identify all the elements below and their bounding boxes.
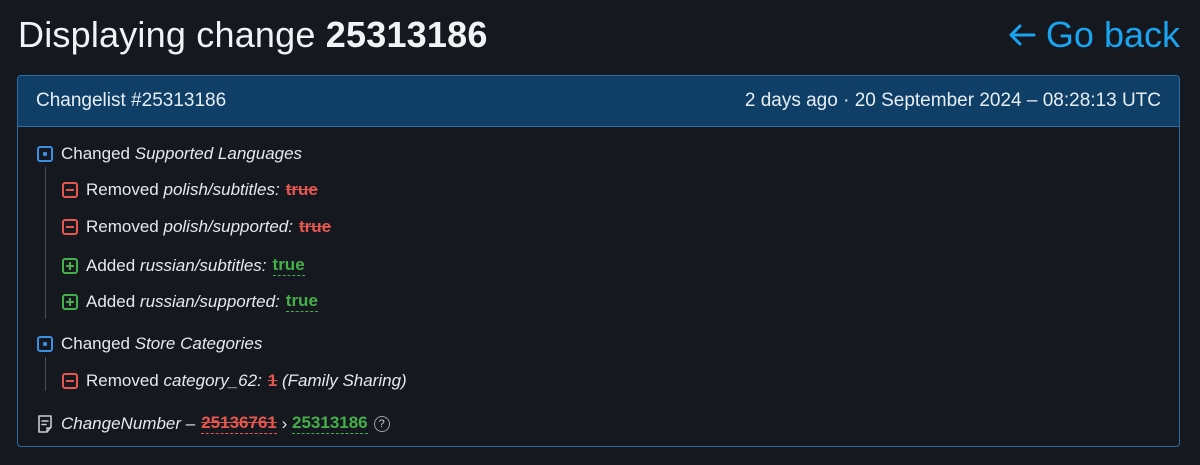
item-key: category_62: bbox=[163, 371, 262, 390]
item-key: polish/subtitles: bbox=[163, 180, 280, 199]
item-key: polish/supported: bbox=[163, 217, 293, 236]
arrow-left-icon bbox=[1009, 24, 1036, 46]
title-prefix: Displaying change bbox=[18, 14, 316, 55]
item-old-value: true bbox=[298, 217, 332, 236]
change-group-supported-languages: Changed Supported Languages bbox=[37, 144, 302, 164]
removed-icon bbox=[62, 219, 78, 235]
changelist-panel: Changelist #25313186 2 days ago · 20 Sep… bbox=[17, 75, 1180, 447]
old-change-number[interactable]: 25136761 bbox=[201, 413, 277, 434]
item-key: russian/supported: bbox=[139, 291, 280, 311]
change-section-name: Supported Languages bbox=[134, 144, 303, 163]
changelist-label: Changelist #25313186 bbox=[36, 90, 227, 111]
changelist-timestamp: 2 days ago · 20 September 2024 – 08:28:1… bbox=[744, 90, 1161, 111]
item-note: (Family Sharing) bbox=[282, 371, 407, 390]
added-icon bbox=[62, 293, 78, 310]
tree-line bbox=[45, 357, 46, 391]
added-icon bbox=[62, 257, 78, 274]
tree-line bbox=[45, 167, 46, 319]
list-item: Removed category_62: 1 (Family Sharing) bbox=[62, 371, 407, 391]
changelist-header: Changelist #25313186 2 days ago · 20 Sep… bbox=[18, 76, 1179, 127]
item-new-value: true bbox=[285, 291, 318, 312]
page-title: Displaying change 25313186 bbox=[18, 14, 488, 56]
removed-icon bbox=[62, 373, 78, 389]
go-back-link[interactable]: Go back bbox=[1006, 14, 1180, 56]
removed-icon bbox=[62, 182, 78, 198]
item-action: Added bbox=[86, 255, 136, 275]
list-item: Added russian/supported: true bbox=[62, 291, 318, 312]
list-item: Removed polish/supported: true bbox=[62, 217, 331, 237]
item-key: russian/subtitles: bbox=[139, 255, 267, 275]
item-action: Removed bbox=[86, 217, 159, 236]
changed-icon bbox=[37, 336, 53, 352]
page-header: Displaying change 25313186 Go back bbox=[18, 14, 1180, 66]
item-action: Removed bbox=[86, 371, 159, 390]
change-verb: Changed bbox=[61, 144, 131, 163]
change-section-name: Store Categories bbox=[134, 334, 263, 353]
list-item: Removed polish/subtitles: true bbox=[62, 180, 318, 200]
new-change-number[interactable]: 25313186 bbox=[292, 413, 368, 434]
change-number-row: ChangeNumber – 25136761 › 25313186 ? bbox=[37, 413, 390, 434]
document-icon bbox=[38, 414, 52, 433]
item-action: Added bbox=[86, 291, 136, 311]
list-item: Added russian/subtitles: true bbox=[62, 255, 305, 276]
item-new-value: true bbox=[272, 255, 305, 276]
help-icon[interactable]: ? bbox=[373, 415, 390, 432]
change-number-label: ChangeNumber bbox=[61, 413, 182, 433]
item-action: Removed bbox=[86, 180, 159, 199]
title-change-number: 25313186 bbox=[325, 14, 488, 55]
changed-icon bbox=[37, 146, 53, 162]
item-old-value: true bbox=[285, 180, 318, 199]
change-number-separator: – bbox=[185, 413, 196, 433]
changelist-body: Changed Supported Languages Removed poli… bbox=[18, 127, 1179, 434]
change-group-store-categories: Changed Store Categories bbox=[37, 334, 262, 354]
change-verb: Changed bbox=[61, 334, 131, 353]
go-back-label: Go back bbox=[1045, 14, 1180, 55]
item-old-value: 1 bbox=[267, 371, 278, 390]
